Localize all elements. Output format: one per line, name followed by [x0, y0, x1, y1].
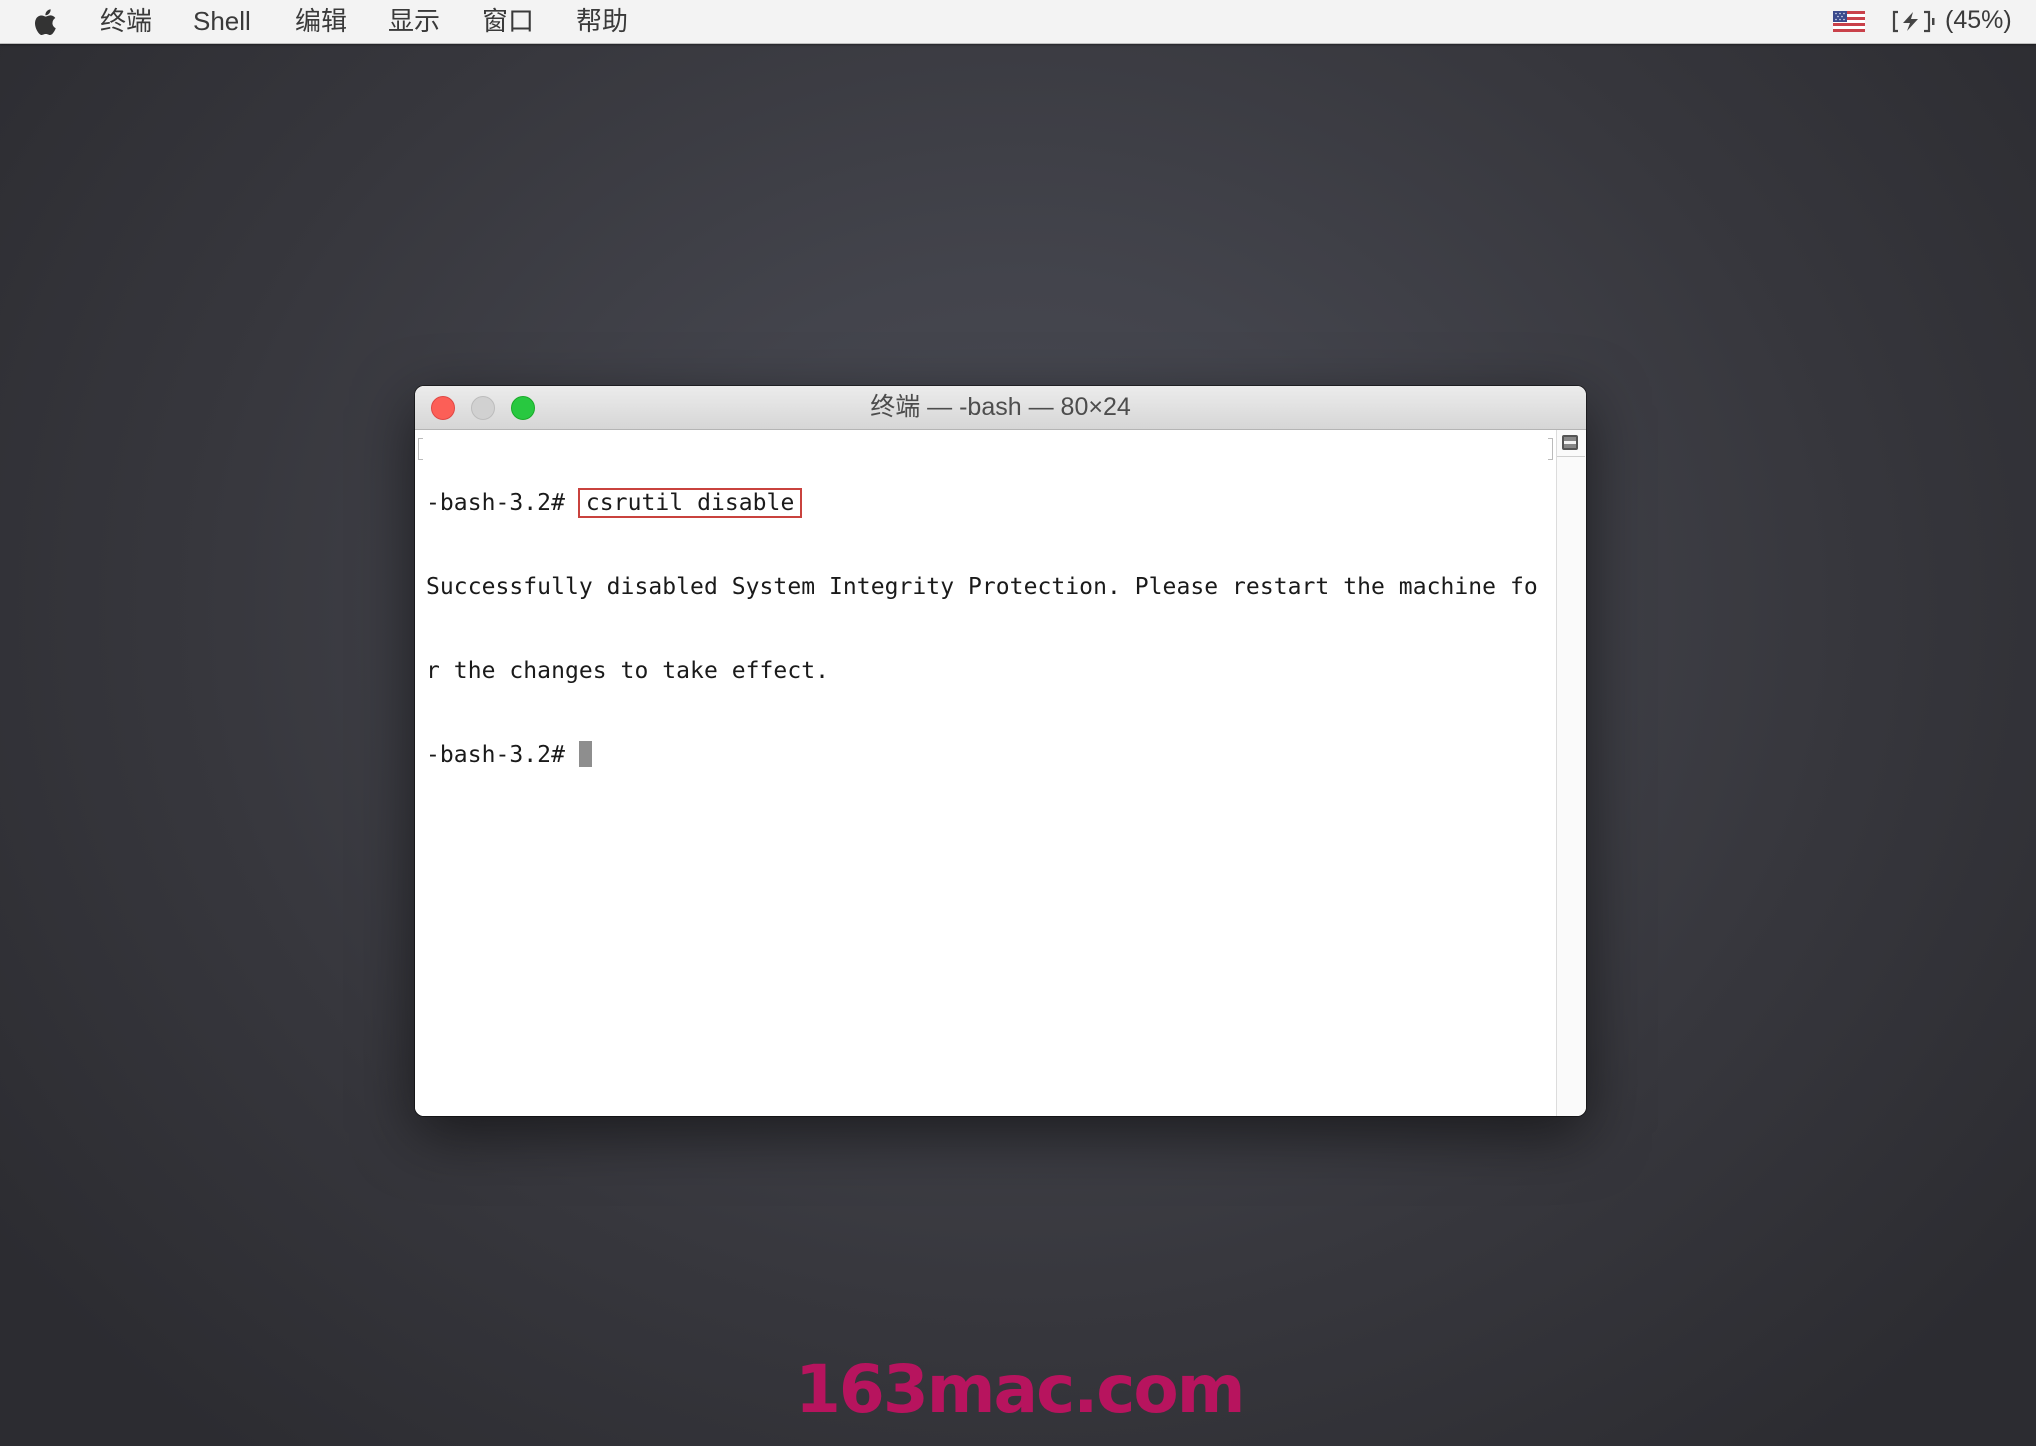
window-title: 终端 — -bash — 80×24 — [870, 393, 1131, 421]
battery-percentage: (45%) — [1945, 6, 2012, 34]
terminal-text: -bash-3.2# csrutil disable Successfully … — [426, 433, 1538, 825]
text-cursor — [578, 741, 592, 767]
terminal-content[interactable]: -bash-3.2# csrutil disable Successfully … — [415, 430, 1556, 1116]
output-line: r the changes to take effect. — [426, 658, 830, 684]
menu-item-view[interactable]: 显示 — [388, 0, 440, 43]
output-line: Successfully disabled System Integrity P… — [426, 574, 1538, 600]
command-line: -bash-3.2# csrutil disable — [426, 488, 1538, 518]
split-pane-icon — [1562, 435, 1578, 450]
prompt-line[interactable]: -bash-3.2# — [426, 741, 1538, 769]
split-pane-button[interactable] — [1557, 430, 1585, 457]
apple-logo-icon[interactable] — [33, 7, 61, 37]
mark-bracket-right — [1548, 438, 1553, 460]
menu-item-terminal[interactable]: 终端 — [100, 0, 152, 43]
menu-item-window[interactable]: 窗口 — [482, 0, 534, 43]
menu-bar: 终端 Shell 编辑 显示 窗口 帮助 (45%) — [0, 0, 2036, 44]
battery-charging-icon[interactable] — [1891, 9, 1937, 34]
prompt: -bash-3.2# — [426, 742, 565, 768]
menu-item-help[interactable]: 帮助 — [576, 0, 628, 43]
terminal-window: 终端 — -bash — 80×24 -bash-3.2# csrutil di… — [415, 386, 1586, 1116]
highlighted-command: csrutil disable — [577, 488, 803, 518]
watermark: 163mac.com — [795, 1351, 1246, 1428]
title-bar[interactable]: 终端 — -bash — 80×24 — [415, 386, 1586, 430]
prompt: -bash-3.2# — [426, 490, 565, 516]
menu-item-edit[interactable]: 编辑 — [295, 0, 347, 43]
scrollbar[interactable] — [1556, 430, 1586, 1116]
us-flag-icon[interactable] — [1833, 11, 1865, 32]
mark-bracket-left — [418, 438, 423, 460]
menu-item-shell[interactable]: Shell — [193, 0, 251, 43]
